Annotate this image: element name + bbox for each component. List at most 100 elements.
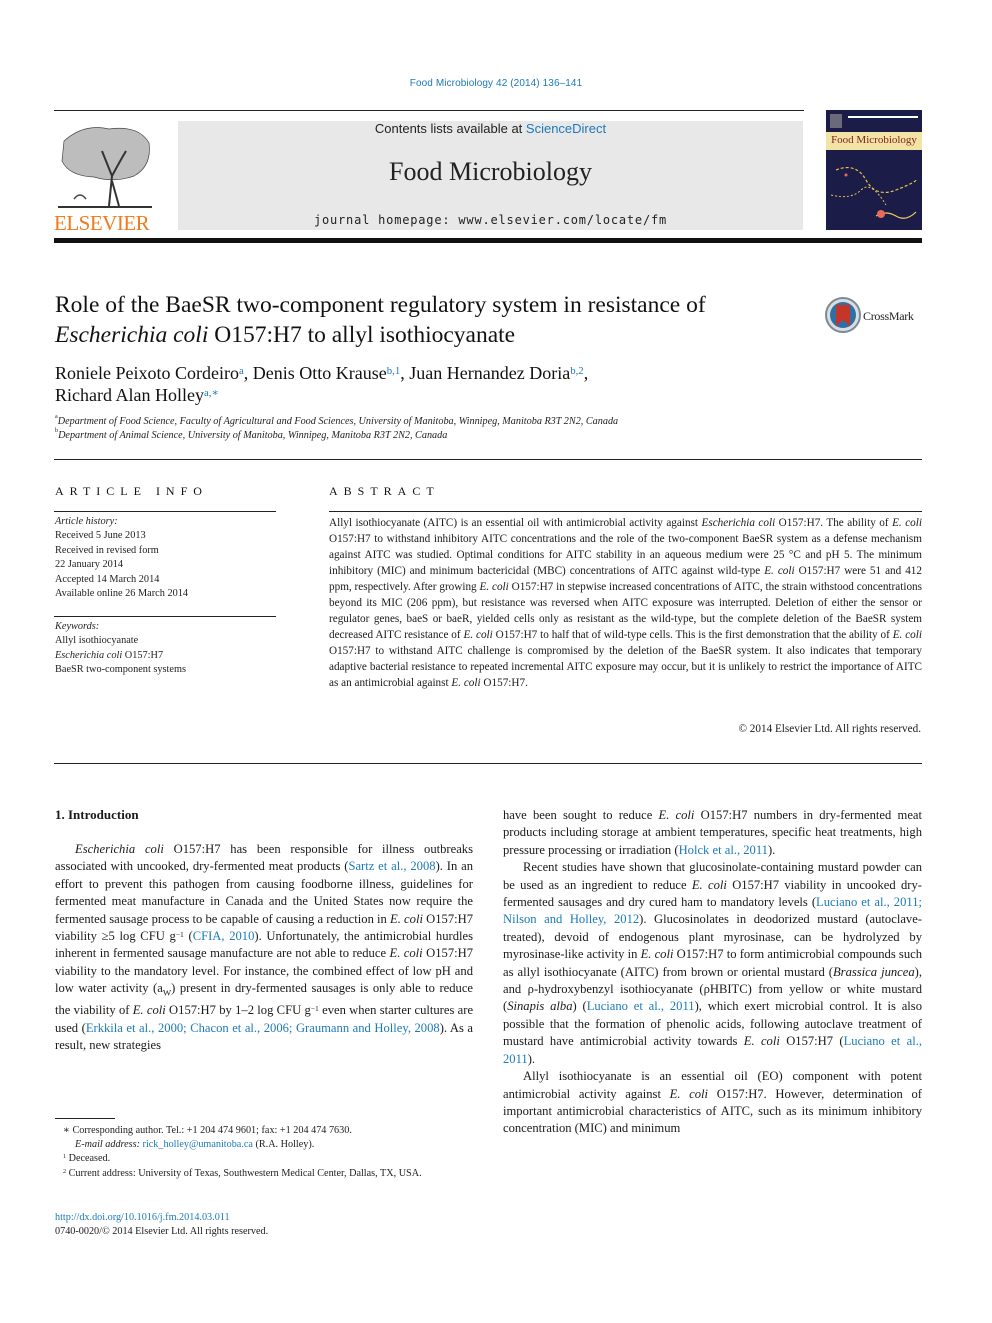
footnote-marker: 2 [63, 1168, 67, 1175]
history-item: Available online 26 March 2014 [55, 588, 189, 600]
italic-term: E. coli [479, 580, 509, 593]
italic-term: Escherichia coli [75, 842, 164, 856]
author[interactable]: Roniele Peixoto Cordeiroa [55, 363, 244, 383]
abstract-text: Allyl isothiocyanate (AITC) is an essent… [329, 517, 922, 689]
crossmark-icon [825, 297, 861, 333]
affiliation-text: Department of Animal Science, University… [58, 430, 448, 441]
italic-term: Sinapis alba [507, 999, 573, 1014]
italic-term: E. coli [691, 877, 727, 892]
paragraph: have been sought to reduce E. coli O157:… [503, 808, 922, 857]
italic-term: E. coli [658, 808, 695, 822]
journal-homepage[interactable]: journal homepage: www.elsevier.com/locat… [178, 213, 803, 227]
citation-link[interactable]: Luciano et al., 2011; Nilson and Holley,… [503, 895, 922, 926]
tree-icon [58, 127, 152, 208]
affiliation-marker: b [55, 428, 59, 434]
history-item: Accepted 14 March 2014 [55, 573, 160, 585]
author-separator: , [400, 363, 410, 383]
abstract-bottom-rule [54, 763, 922, 764]
italic-term: E. coli [451, 676, 481, 689]
italic-term: Escherichia coli [701, 517, 776, 529]
email-suffix: (R.A. Holley). [252, 1139, 315, 1151]
header-rule [54, 110, 804, 111]
cover-stripe [848, 116, 918, 118]
abstract-rule [329, 511, 922, 512]
crossmark-label[interactable]: CrossMark [863, 309, 914, 324]
article-info-rule [54, 511, 276, 512]
citation-link[interactable]: Erkkila et al., 2000; Chacon et al., 200… [86, 1021, 440, 1035]
author-separator: , [243, 363, 253, 383]
journal-cover-image: Food Microbiology [826, 110, 922, 230]
citation-link[interactable]: Luciano et al., 2011 [587, 999, 695, 1013]
author-list: Roniele Peixoto Cordeiroa, Denis Otto Kr… [55, 362, 855, 406]
affiliation-b: bDepartment of Animal Science, Universit… [55, 428, 448, 441]
title-species: Escherichia coli [55, 322, 209, 348]
affiliation-rule [54, 459, 922, 460]
footnote-rule [55, 1118, 115, 1119]
italic-term: Brassica juncea [832, 964, 915, 979]
keywords-rule [54, 616, 276, 617]
citation-link[interactable]: Luciano et al., 2011 [503, 1034, 922, 1065]
body-column-left: Escherichia coli O157:H7 has been respon… [55, 841, 473, 1054]
journal-banner: Contents lists available at ScienceDirec… [178, 121, 803, 230]
italic-term: E. coli [892, 517, 922, 529]
italic-term: E. coli [463, 628, 493, 641]
title-line-1: Role of the BaeSR two-component regulato… [55, 292, 706, 318]
author-separator: , [583, 363, 589, 383]
article-history: Article history: Received 5 June 2013 Re… [55, 515, 277, 601]
italic-term: E. coli [132, 1003, 166, 1018]
italic-term: E. coli [390, 911, 423, 926]
keywords: Keywords: Allyl isothiocyanate Escherich… [55, 620, 277, 678]
cover-title: Food Microbiology [831, 134, 917, 146]
footnote-2: 2 Current address: University of Texas, … [55, 1167, 473, 1181]
journal-title: Food Microbiology [389, 157, 592, 186]
keyword: BaeSR two-component systems [55, 664, 186, 676]
sciencedirect-link[interactable]: ScienceDirect [526, 121, 606, 136]
author[interactable]: Denis Otto Krauseb,1 [253, 363, 400, 383]
keyword: Allyl isothiocyanate [55, 635, 139, 647]
history-label: Article history: [55, 516, 118, 527]
affiliation-a: aDepartment of Food Science, Faculty of … [55, 414, 619, 427]
footnote-text: Deceased. [66, 1153, 111, 1165]
italic-term: E. coli [640, 947, 674, 962]
article-title: Role of the BaeSR two-component regulato… [55, 290, 805, 350]
keyword: Escherichia coli O157:H7 [55, 649, 164, 661]
italic-term: E. coli [669, 1086, 709, 1101]
section-heading-introduction: 1. Introduction [55, 807, 139, 822]
abstract-copyright: © 2014 Elsevier Ltd. All rights reserved… [738, 723, 922, 735]
footnote-text: Current address: University of Texas, So… [66, 1167, 422, 1179]
citation-link[interactable]: Holck et al., 2011 [679, 843, 768, 857]
cover-microscopy-art [830, 167, 917, 219]
email-link[interactable]: rick_holley@umanitoba.ca [143, 1139, 253, 1150]
affiliation-text: Department of Food Science, Faculty of A… [57, 416, 619, 427]
contents-prefix: Contents lists available at [374, 121, 526, 136]
article-info-heading: ARTICLE INFO [55, 484, 208, 498]
italic-term: E. coli [892, 628, 922, 641]
citation-link[interactable]: Sartz et al., 2008 [348, 859, 435, 873]
italic-term: E. coli [764, 564, 795, 577]
author-affiliation-marker[interactable]: b,2 [570, 365, 584, 377]
subscript: W [162, 987, 172, 998]
doi-block: http://dx.doi.org/10.1016/j.fm.2014.03.0… [55, 1211, 268, 1240]
doi-link[interactable]: http://dx.doi.org/10.1016/j.fm.2014.03.0… [55, 1211, 268, 1225]
abstract-heading: ABSTRACT [329, 484, 440, 498]
header-thick-rule [54, 238, 922, 243]
author-affiliation-marker[interactable]: b,1 [387, 365, 401, 377]
author-affiliation-marker[interactable]: a,∗ [204, 387, 219, 399]
elsevier-wordmark: ELSEVIER [54, 211, 150, 235]
title-line-2: Escherichia coli O157:H7 to allyl isothi… [55, 320, 805, 350]
history-item: Received 5 June 2013 [55, 530, 146, 542]
paragraph: Escherichia coli O157:H7 has been respon… [55, 842, 474, 1052]
footnotes: ∗ Corresponding author. Tel.: +1 204 474… [55, 1124, 473, 1181]
affiliation-marker: a [55, 414, 58, 420]
contents-line: Contents lists available at ScienceDirec… [178, 121, 803, 136]
email-label: E-mail address: [75, 1139, 143, 1151]
superscript: −1 [310, 1004, 319, 1014]
author[interactable]: Richard Alan Holleya,∗ [55, 385, 219, 405]
journal-citation-link[interactable]: Food Microbiology 42 (2014) 136–141 [0, 78, 992, 89]
author-affiliation-marker[interactable]: a [239, 365, 244, 377]
footnote-corresponding: ∗ Corresponding author. Tel.: +1 204 474… [63, 1125, 352, 1136]
author[interactable]: Juan Hernandez Doriab,2 [409, 363, 583, 383]
italic-term: E. coli [389, 946, 423, 961]
citation-link[interactable]: CFIA, 2010 [193, 929, 255, 943]
keywords-label: Keywords: [55, 621, 100, 632]
